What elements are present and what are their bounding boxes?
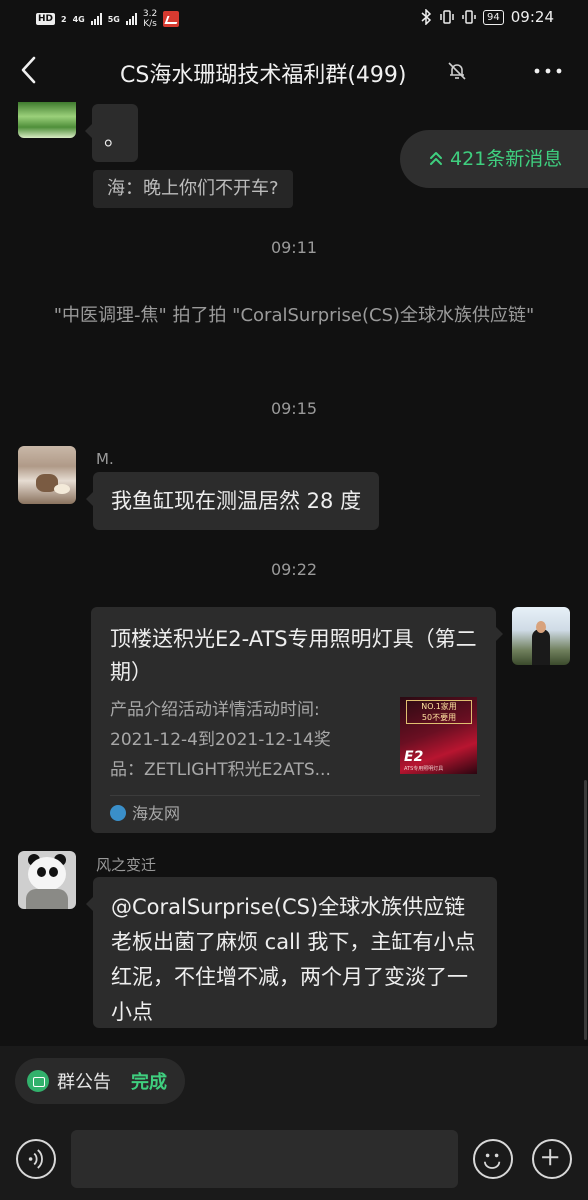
hd-badge: HD	[36, 13, 56, 25]
link-card-desc-line: 产品介绍活动详情活动时间:	[110, 700, 320, 720]
source-name: 海友网	[132, 804, 181, 823]
sim-indicator: 2	[61, 14, 67, 24]
link-card-source: 海友网	[110, 803, 180, 825]
back-arrow-icon[interactable]	[14, 52, 44, 88]
avatar-green-leaves[interactable]	[18, 102, 76, 138]
emoji-icon[interactable]	[473, 1139, 513, 1179]
divider	[110, 795, 480, 796]
panda-eye	[49, 867, 58, 877]
avatar-m[interactable]	[18, 446, 76, 504]
mute-bell-icon	[448, 62, 466, 80]
panda-face	[28, 857, 66, 891]
chat-title: CS海水珊瑚技术福利群(499)	[120, 63, 407, 88]
panda-body	[26, 889, 68, 909]
network-4g-label: 4G	[72, 14, 85, 24]
signal-1-icon	[90, 13, 102, 25]
link-card-description: 产品介绍活动详情活动时间: 2021-12-4到2021-12-14奖 品：ZE…	[110, 695, 378, 785]
vibrate-icon	[440, 10, 454, 24]
timestamp: 09:22	[270, 560, 318, 579]
plus-icon[interactable]	[532, 1139, 572, 1179]
vibrate-2-icon	[462, 10, 476, 24]
status-bar: HD 2 4G 5G 3.2 K/s 94 09:24	[0, 0, 588, 38]
clock: 09:24	[510, 8, 554, 26]
link-card[interactable]: 顶楼送积光E2-ATS专用照明灯具（第二期） 产品介绍活动详情活动时间: 202…	[91, 607, 503, 833]
stock-app-icon	[163, 11, 180, 27]
thumb-subtitle: ATS专用照明灯具	[404, 766, 444, 772]
sender-name: 风之变迁	[96, 856, 157, 874]
network-speed: 3.2 K/s	[143, 9, 157, 29]
message-bubble[interactable]: @CoralSurprise(CS)全球水族供应链 老板出菌了麻烦 call 我…	[86, 877, 497, 1028]
message-input[interactable]	[71, 1130, 458, 1188]
bluetooth-icon	[421, 9, 432, 25]
speed-unit: K/s	[143, 19, 157, 29]
chat-header: CS海水珊瑚技术福利群(499)	[0, 38, 588, 102]
message-bubble-dot[interactable]: 。	[85, 104, 138, 162]
thumb-badge-line2: 50不要用	[421, 713, 457, 722]
sender-name: M.	[96, 450, 114, 468]
link-card-desc-line: 2021-12-4到2021-12-14奖	[110, 730, 331, 750]
source-site-icon	[110, 804, 126, 821]
done-button[interactable]: 完成	[131, 1068, 167, 1094]
avatar-panda[interactable]	[18, 851, 76, 909]
battery-level: 94	[483, 9, 504, 25]
signal-2-icon	[125, 13, 137, 25]
status-right: 94 09:24	[421, 8, 554, 26]
announcement-pill[interactable]: 群公告 完成	[15, 1058, 185, 1104]
voice-input-icon[interactable]	[16, 1139, 56, 1179]
timestamp: 09:15	[270, 399, 318, 418]
thumb-badge-line1: NO.1家用	[421, 702, 457, 711]
link-card-title: 顶楼送积光E2-ATS专用照明灯具（第二期）	[110, 627, 477, 684]
scrollbar[interactable]	[584, 780, 587, 1040]
status-left: HD 2 4G 5G 3.2 K/s	[36, 9, 180, 29]
link-card-thumbnail: NO.1家用 50不要用 E2 ATS专用照明灯具	[400, 697, 477, 774]
system-pat-notice: "中医调理-焦" 拍了拍 "CoralSurprise(CS)全球水族供应链"	[53, 305, 535, 326]
thumb-badge: NO.1家用 50不要用	[406, 700, 472, 724]
link-card-desc-line: 品：ZETLIGHT积光E2ATS...	[110, 760, 331, 780]
more-options-icon[interactable]	[532, 56, 564, 86]
avatar-self[interactable]	[512, 607, 570, 665]
panda-eye	[37, 867, 46, 877]
input-bar	[0, 1118, 588, 1200]
announcement-bar: 群公告 完成	[0, 1046, 588, 1118]
message-bubble[interactable]: 我鱼缸现在测温居然 28 度	[85, 472, 380, 530]
announcement-label: 群公告	[57, 1072, 111, 1093]
network-5g-label: 5G	[107, 14, 120, 24]
speed-value: 3.2	[142, 9, 158, 19]
new-messages-label: 421条新消息	[450, 148, 563, 170]
announcement-icon	[27, 1070, 49, 1092]
timestamp: 09:11	[270, 238, 318, 257]
new-messages-button[interactable]: 421条新消息	[400, 130, 588, 188]
quoted-message[interactable]: 海：晚上你们不开车?	[93, 170, 293, 208]
thumb-e2-text: E2	[404, 749, 424, 765]
double-chevron-up-icon	[430, 151, 442, 165]
